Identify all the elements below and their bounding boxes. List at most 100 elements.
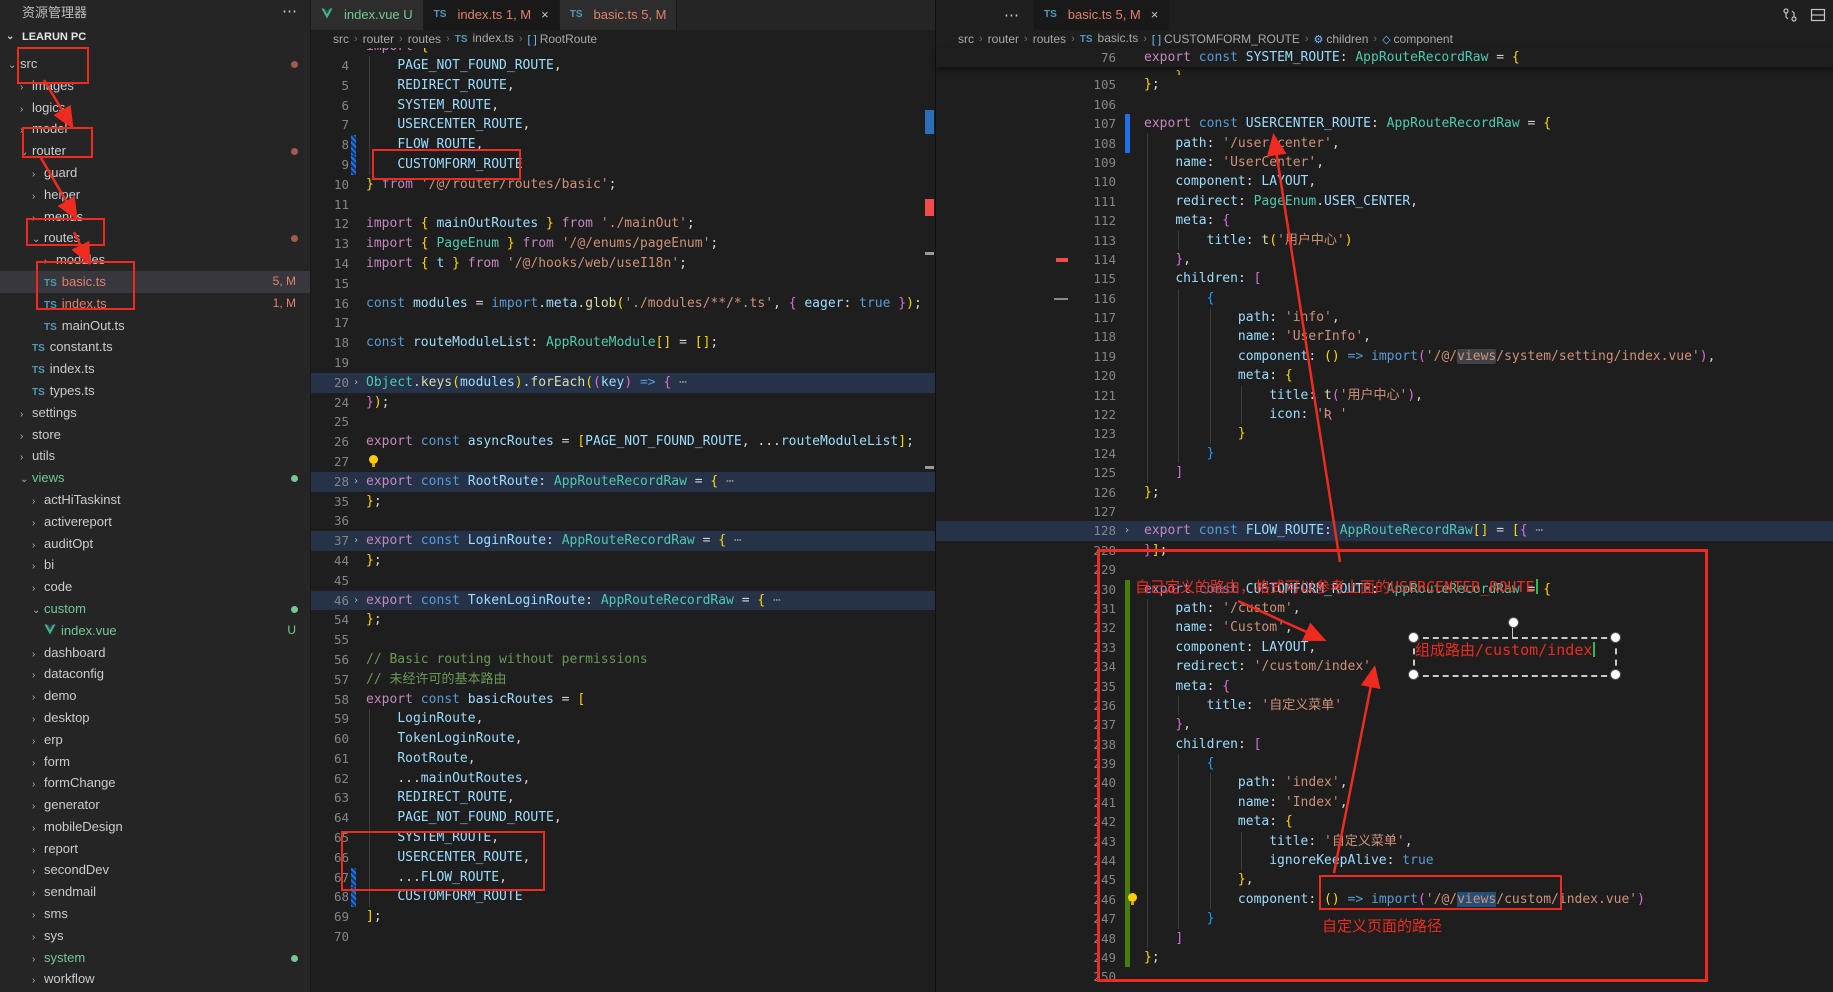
rotation-handle[interactable] <box>1508 617 1519 628</box>
tree-item-demo[interactable]: ›demo <box>0 685 310 707</box>
tree-item-erp[interactable]: ›erp <box>0 729 310 751</box>
breadcrumb-item-router[interactable]: router <box>988 30 1019 48</box>
fold-chevron-icon[interactable]: › <box>353 531 359 551</box>
tree-item-label: helper <box>44 187 80 202</box>
breadcrumb-item-index.ts[interactable]: TSindex.ts <box>455 29 514 49</box>
tree-item-guard[interactable]: ›guard <box>0 162 310 184</box>
resize-handle-tl[interactable] <box>1408 632 1419 643</box>
tree-item-activereport[interactable]: ›activereport <box>0 511 310 533</box>
lightbulb-icon[interactable] <box>1126 893 1139 906</box>
code-line-110: 110 component: LAYOUT, <box>936 172 1833 191</box>
fold-chevron-icon[interactable]: › <box>353 472 359 492</box>
tree-item-secondDev[interactable]: ›secondDev <box>0 859 310 881</box>
indent-guide <box>1241 386 1242 405</box>
line-number: 17 <box>311 313 349 333</box>
explorer-more-actions-icon[interactable]: ⋯ <box>282 2 298 20</box>
breadcrumb-item-src[interactable]: src <box>958 30 974 48</box>
tree-item-index.ts[interactable]: TSindex.ts <box>0 358 310 380</box>
tree-item-settings[interactable]: ›settings <box>0 402 310 424</box>
resize-handle-br[interactable] <box>1610 669 1621 680</box>
tree-item-dashboard[interactable]: ›dashboard <box>0 642 310 664</box>
line-number: 127 <box>936 502 1116 521</box>
tree-item-basic.ts[interactable]: TSbasic.ts5, M <box>0 271 310 293</box>
tree-item-modules[interactable]: ›modules <box>0 249 310 271</box>
tree-item-system[interactable]: ›system <box>0 947 310 969</box>
tree-item-index.ts[interactable]: TSindex.ts1, M <box>0 293 310 315</box>
tree-item-mainOut.ts[interactable]: TSmainOut.ts <box>0 315 310 337</box>
tree-item-routes[interactable]: ⌄routes <box>0 227 310 249</box>
fold-chevron-icon[interactable]: › <box>353 373 359 393</box>
tree-item-mobileDesign[interactable]: ›mobileDesign <box>0 816 310 838</box>
git-added-gutter <box>1125 638 1130 657</box>
tree-item-helper[interactable]: ›helper <box>0 184 310 206</box>
tree-item-sys[interactable]: ›sys <box>0 925 310 947</box>
tree-item-src[interactable]: ⌄src <box>0 53 310 75</box>
tree-item-router[interactable]: ⌄router <box>0 140 310 162</box>
tree-item-views[interactable]: ⌄views <box>0 467 310 489</box>
tree-item-custom[interactable]: ⌄custom <box>0 598 310 620</box>
split-editor-icon[interactable] <box>1810 7 1826 26</box>
fold-chevron-icon[interactable]: › <box>1124 521 1130 540</box>
tree-item-menus[interactable]: ›menus <box>0 206 310 228</box>
tree-item-utils[interactable]: ›utils <box>0 445 310 467</box>
lightbulb-icon[interactable] <box>367 455 380 468</box>
tree-item-types.ts[interactable]: TStypes.ts <box>0 380 310 402</box>
git-modified-dot <box>291 235 298 242</box>
chevron-right-icon: › <box>32 491 44 513</box>
tree-item-sms[interactable]: ›sms <box>0 903 310 925</box>
code-line-243: 243 title: '自定义菜单', <box>936 832 1833 851</box>
indent-guide <box>369 56 370 76</box>
tree-item-desktop[interactable]: ›desktop <box>0 707 310 729</box>
breadcrumb-item-routes[interactable]: routes <box>408 30 441 48</box>
line-number: 126 <box>936 483 1116 502</box>
tree-item-label: modules <box>56 252 105 267</box>
line-number: 125 <box>936 463 1116 482</box>
tree-item-formChange[interactable]: ›formChange <box>0 772 310 794</box>
breadcrumb-item-RootRoute[interactable]: [ ]RootRoute <box>528 30 598 49</box>
tree-item-report[interactable]: ›report <box>0 838 310 860</box>
route-textbox[interactable]: 组成路由/custom/index <box>1413 637 1617 677</box>
tree-item-model[interactable]: ›model <box>0 118 310 140</box>
tree-item-logics[interactable]: ›logics <box>0 97 310 119</box>
close-icon[interactable]: × <box>541 0 549 30</box>
breadcrumb-item-src[interactable]: src <box>333 30 349 48</box>
tree-item-constant.ts[interactable]: TSconstant.ts <box>0 336 310 358</box>
open-changes-icon[interactable] <box>1782 7 1798 26</box>
tree-item-code[interactable]: ›code <box>0 576 310 598</box>
tab-index.ts[interactable]: TSindex.ts 1, M× <box>424 0 560 30</box>
tree-item-store[interactable]: ›store <box>0 424 310 446</box>
tree-item-sendmail[interactable]: ›sendmail <box>0 881 310 903</box>
breadcrumb-item-router[interactable]: router <box>363 30 394 48</box>
fold-chevron-icon[interactable]: › <box>353 591 359 611</box>
tree-item-workflow[interactable]: ›workflow <box>0 968 310 990</box>
tree-item-auditOpt[interactable]: ›auditOpt <box>0 533 310 555</box>
tree-item-index.vue[interactable]: index.vueU <box>0 620 310 642</box>
close-icon[interactable]: × <box>1151 0 1159 30</box>
tree-item-images[interactable]: ›images <box>0 75 310 97</box>
breadcrumb-item-component[interactable]: ◇component <box>1382 30 1453 49</box>
tree-item-bi[interactable]: ›bi <box>0 554 310 576</box>
tab-basic.ts[interactable]: TSbasic.ts 5, M× <box>1034 0 1169 30</box>
indent-guide <box>369 848 370 868</box>
tree-item-form[interactable]: ›form <box>0 751 310 773</box>
tree-item-dataconfig[interactable]: ›dataconfig <box>0 663 310 685</box>
editor-more-actions-icon[interactable]: ⋯ <box>1004 6 1020 24</box>
tab-basic.ts[interactable]: TSbasic.ts 5, M <box>560 0 678 30</box>
resize-handle-bl[interactable] <box>1408 669 1419 680</box>
breadcrumb-item-CUSTOMFORM_ROUTE[interactable]: [ ]CUSTOMFORM_ROUTE <box>1152 30 1300 49</box>
line-number: 69 <box>311 907 349 927</box>
tree-item-label: system <box>44 950 85 965</box>
breadcrumb-item-routes[interactable]: routes <box>1033 30 1066 48</box>
code-line-19: 19 <box>311 353 936 373</box>
tree-item-actHiTaskinst[interactable]: ›actHiTaskinst <box>0 489 310 511</box>
line-number: 128 <box>936 521 1116 540</box>
breadcrumb-item-basic.ts[interactable]: TSbasic.ts <box>1080 29 1138 49</box>
resize-handle-tr[interactable] <box>1610 632 1621 643</box>
code-line-62: 62 ...mainOutRoutes, <box>311 769 936 789</box>
workspace-header[interactable]: ⌄ LEARUN PC <box>0 26 310 48</box>
tab-index.vue[interactable]: index.vue U <box>311 0 424 30</box>
tree-item-generator[interactable]: ›generator <box>0 794 310 816</box>
breadcrumb-item-children[interactable]: ⚙children <box>1314 30 1369 49</box>
code-line-232: 232 name: 'Custom', <box>936 618 1833 637</box>
line-number: 241 <box>936 793 1116 812</box>
